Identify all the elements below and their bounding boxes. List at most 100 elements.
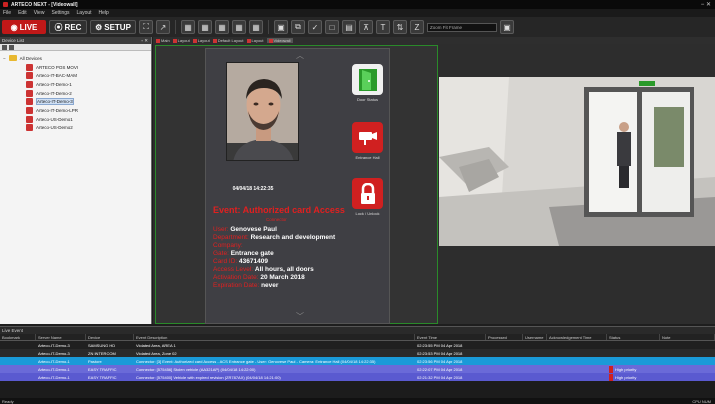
tree-item-server-selected[interactable]: Arteco-IT-Demo-3 [3,97,151,106]
event-row-selected[interactable]: Arteco-IT-Demo-1 Pastore Connector: [3] … [0,357,715,365]
chevron-up-icon[interactable]: ︿ [296,50,304,61]
tree-item-server[interactable]: Arteco-IT-Demo-LPR [3,106,151,115]
device-list-header: Device List ▫ ✕ [0,37,151,44]
grid-icon[interactable]: ▤ [342,20,356,34]
window-controls[interactable]: − ✕ [701,1,711,8]
tree-root[interactable]: − All Devices [3,54,151,63]
device-tree: − All Devices ARTECO POS MOVI Arteco-IT-… [0,51,151,132]
tree-item-server[interactable]: Arteco-US-Demo2 [3,124,151,133]
column-header[interactable]: Note [660,334,715,340]
main-toolbar: ◉ LIVE ⦿ REC ⚙ SETUP ⛶ ↗ ▦ ▦ ▦ ▦ ▦ ▣ ⧉ ✓… [0,17,715,37]
entrance-hall-camera-button[interactable]: Entrance Hall [352,122,383,160]
panel-pin-icon[interactable]: ▫ ✕ [141,38,148,44]
apply-zoom-icon[interactable]: ▣ [500,20,514,34]
menu-view[interactable]: View [34,10,45,16]
user-photo [226,62,299,161]
rec-button[interactable]: ⦿ REC [49,20,87,34]
column-header[interactable]: Event Time [415,334,486,340]
entrance-hall-camera-view [439,77,715,246]
server-icon [26,63,33,71]
status-text: Ready [2,398,14,404]
column-header[interactable]: Event Description [134,334,415,340]
layout-3-icon[interactable]: ▦ [215,20,229,34]
door-status-button[interactable]: Door Status [352,64,383,102]
expand-toggle-icon[interactable]: − [3,56,6,61]
event-field-gate: Gate: Entrance gate [213,250,274,257]
sort-icon[interactable]: ⇅ [393,20,407,34]
tree-item-server[interactable]: Arteco-IT-Demo-1 [3,80,151,89]
title-bar: ARTECO NEXT - [Videowall] − ✕ [0,0,715,9]
server-icon [26,80,33,88]
collapse-icon[interactable] [2,44,7,50]
priority-icon [609,373,613,381]
tree-item-server[interactable]: Arteco-IT-Demo-2 [3,89,151,98]
zoom-dropdown[interactable]: Zoom Fit Frame [427,22,497,32]
layout-2-icon[interactable]: ▦ [198,20,212,34]
tab-main[interactable]: Main [156,38,170,43]
tab-layout-1[interactable]: Layout [172,38,190,43]
event-field-user: User: Genovese Paul [213,226,277,233]
menu-help[interactable]: Help [99,10,109,16]
column-header[interactable]: Username [523,334,547,340]
menu-edit[interactable]: Edit [18,10,27,16]
event-row[interactable]: Arteco-IT-Demo-1 EASY TRAFFIC Connector:… [0,373,715,381]
event-row[interactable]: Arteco-IT-Demo-3 SAMSUNG HD Violated Are… [0,341,715,349]
tree-item-server[interactable]: ARTECO POS MOVI [3,63,151,72]
live-event-columns: Bookmark Server Name Device Event Descri… [0,334,715,341]
server-icon [26,98,33,106]
event-row[interactable]: Arteco-IT-Demo-3 ZN INTERCOM Violated Ar… [0,349,715,357]
tab-videowall[interactable]: Videowall [266,38,293,43]
live-icon: ◉ [10,22,18,32]
copy-icon[interactable]: ⧉ [291,20,305,34]
menu-file[interactable]: File [3,10,11,16]
tree-item-server[interactable]: Arteco-US-Demo1 [3,115,151,124]
server-icon [26,115,33,123]
toolbar-divider [175,20,176,34]
fullscreen-icon[interactable]: □ [325,20,339,34]
pin-icon[interactable]: ⊼ [359,20,373,34]
tab-default-layout[interactable]: Default Layout [212,38,244,43]
event-timestamp: 04/04/18 14:22:35 [232,186,274,192]
export-icon[interactable]: ↗ [156,20,170,34]
tree-item-server[interactable]: Arteco-IT-BAC-MAM [3,71,151,80]
layout-1-icon[interactable]: ▦ [181,20,195,34]
column-header[interactable]: Status [607,334,660,340]
tab-icon [192,38,197,43]
event-field-expiration-date: Expiration Date: never [213,282,279,289]
snapshot-icon[interactable]: ▣ [274,20,288,34]
tab-icon [172,38,177,43]
tab-layout-3[interactable]: Layout [246,38,264,43]
column-header[interactable]: Server Name [36,334,86,340]
chevron-down-icon[interactable]: ﹀ [296,311,304,322]
live-event-panel: Live Event Bookmark Server Name Device E… [0,326,715,404]
lock-unlock-button[interactable]: Lock / Unlock [352,178,383,216]
tab-layout-2[interactable]: Layout [192,38,210,43]
z-icon[interactable]: Z [410,20,424,34]
column-header[interactable]: Device [86,334,134,340]
expand-icon[interactable] [9,44,14,50]
menu-settings[interactable]: Settings [51,10,69,16]
layout-tab-strip: Main Layout Layout Default Layout Layout… [153,37,715,44]
event-row[interactable]: Arteco-IT-Demo-1 EASY TRAFFIC Connector:… [0,365,715,373]
device-list-toolbar [0,44,151,51]
text-icon[interactable]: T [376,20,390,34]
tab-icon [246,38,251,43]
app-logo-icon [3,2,8,7]
status-bar: Ready CPU NUM [0,398,715,404]
column-header[interactable]: Bookmark [0,334,36,340]
split-view-icon[interactable]: ⛶ [139,20,153,34]
server-icon [26,72,33,80]
column-header[interactable]: Processed [486,334,523,340]
status-badge: High priority [607,365,660,373]
setup-button[interactable]: ⚙ SETUP [90,20,136,34]
live-event-title: Live Event [0,327,715,334]
layout-4-icon[interactable]: ▦ [232,20,246,34]
check-icon[interactable]: ✓ [308,20,322,34]
live-button[interactable]: ◉ LIVE [2,20,46,34]
event-subtitle: Connector [266,217,287,222]
layout-5-icon[interactable]: ▦ [249,20,263,34]
status-indicators: CPU NUM [692,398,711,404]
event-field-card-id: Card ID: 43671409 [213,258,268,265]
menu-layout[interactable]: Layout [77,10,92,16]
column-header[interactable]: Acknowledgement Time [547,334,607,340]
